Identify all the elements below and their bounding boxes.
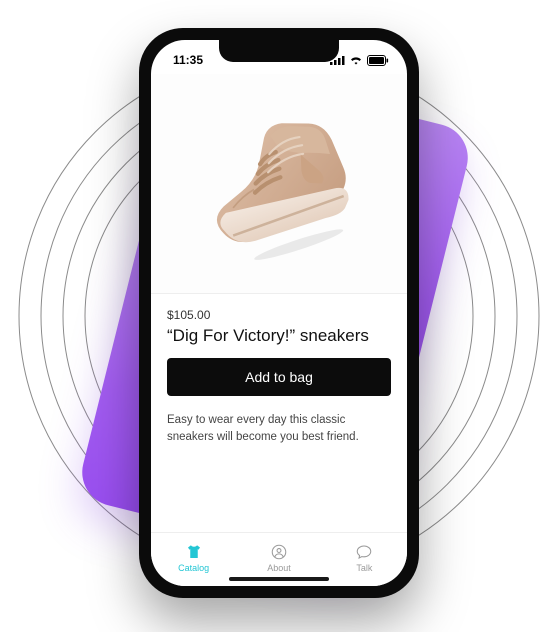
status-bar: 11:35 (151, 40, 407, 74)
add-to-bag-button[interactable]: Add to bag (167, 358, 391, 396)
tab-talk[interactable]: Talk (322, 543, 407, 573)
tab-label: About (267, 563, 291, 573)
product-description: Easy to wear every day this classic snea… (167, 412, 391, 445)
signal-icon (330, 55, 345, 65)
phone-screen: 11:35 (151, 40, 407, 586)
tab-label: Talk (356, 563, 372, 573)
sneaker-image (175, 86, 383, 281)
user-icon (270, 543, 288, 561)
tab-label: Catalog (178, 563, 209, 573)
phone-frame: 11:35 (139, 28, 419, 598)
product-price: $105.00 (167, 308, 391, 322)
home-indicator (229, 577, 329, 581)
product-title: “Dig For Victory!” sneakers (167, 326, 391, 346)
chat-icon (355, 543, 373, 561)
product-info: $105.00 “Dig For Victory!” sneakers Add … (151, 294, 407, 453)
battery-icon (367, 55, 389, 66)
product-image-area (151, 74, 407, 294)
tab-catalog[interactable]: Catalog (151, 543, 236, 573)
wifi-icon (349, 55, 363, 65)
tab-about[interactable]: About (236, 543, 321, 573)
shirt-icon (185, 543, 203, 561)
status-time: 11:35 (173, 53, 203, 67)
